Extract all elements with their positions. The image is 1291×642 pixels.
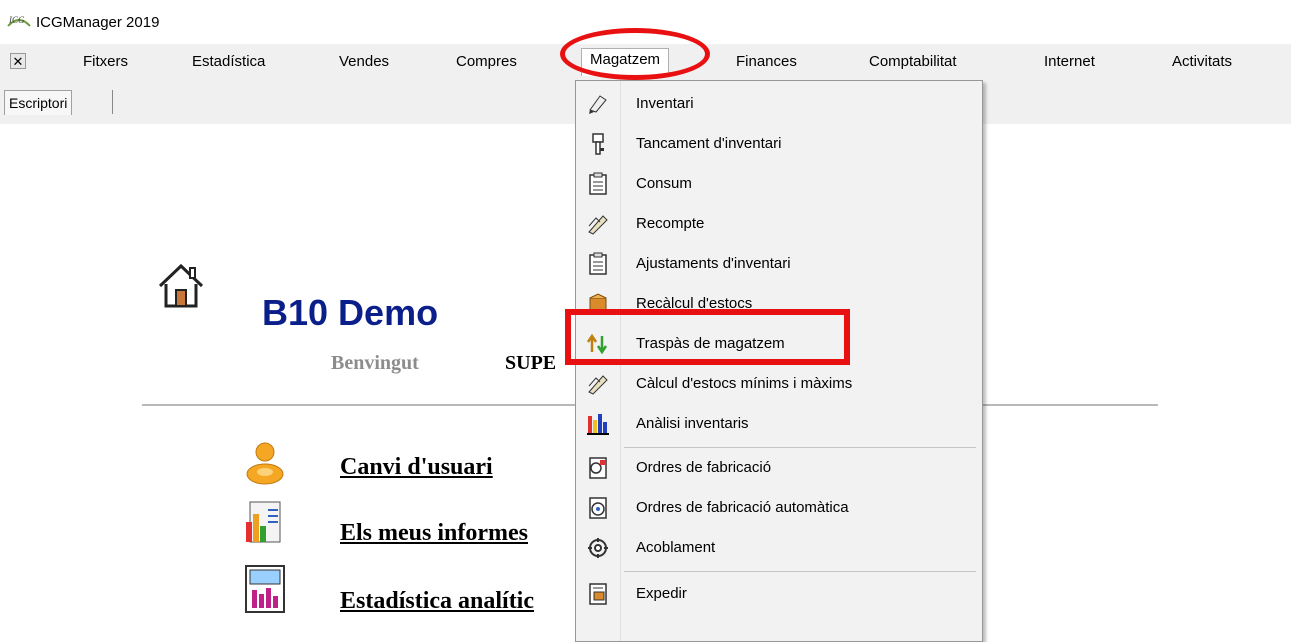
home-icon: [156, 262, 206, 312]
bar-chart-icon: [586, 412, 610, 436]
menu-item-calcul-estocs-minims-maxims[interactable]: Càlcul d'estocs mínims i màxims: [576, 365, 982, 403]
menu-internet[interactable]: Internet: [1044, 53, 1095, 70]
tab-divider: [112, 90, 113, 114]
menu-item-expedir[interactable]: Expedir: [576, 575, 982, 613]
menu-item-label: Tancament d'inventari: [636, 135, 782, 152]
svg-text:ICG: ICG: [8, 15, 25, 25]
menu-item-ordres-fabricacio[interactable]: Ordres de fabricació: [576, 449, 982, 487]
menu-item-label: Expedir: [636, 585, 687, 602]
menu-item-label: Ordres de fabricació automàtica: [636, 499, 849, 516]
assembly-icon: [586, 536, 610, 560]
menu-item-label: Ajustaments d'inventari: [636, 255, 791, 272]
menu-finances[interactable]: Finances: [736, 53, 797, 70]
window-title: ICGManager 2019: [36, 14, 160, 31]
close-document-button[interactable]: ✕: [10, 53, 26, 69]
annotation-rectangle: [565, 309, 850, 365]
menu-item-tancament-inventari[interactable]: Tancament d'inventari: [576, 125, 982, 163]
menu-separator: [624, 447, 976, 448]
menu-fitxers[interactable]: Fitxers: [83, 53, 128, 70]
pencil-icon: [586, 372, 610, 396]
menu-activitats[interactable]: Activitats: [1172, 53, 1232, 70]
tab-escriptori[interactable]: Escriptori: [4, 90, 73, 115]
user-icon: [242, 440, 288, 485]
ship-icon: [586, 582, 610, 606]
inventory-icon: [586, 92, 610, 116]
menu-estadistica[interactable]: Estadística: [192, 53, 265, 70]
menu-comptabilitat[interactable]: Comptabilitat: [869, 53, 957, 70]
annotation-ellipse: [560, 28, 710, 80]
menu-vendes[interactable]: Vendes: [339, 53, 389, 70]
link-els-meus-informes[interactable]: Els meus informes: [340, 520, 528, 547]
menu-item-label: Càlcul d'estocs mínims i màxims: [636, 375, 853, 392]
menu-item-label: Acoblament: [636, 539, 716, 556]
company-name: B10 Demo: [262, 292, 439, 333]
user-name: SUPE: [505, 352, 557, 374]
menu-item-label: Consum: [636, 175, 692, 192]
welcome-label: Benvingut: [331, 352, 419, 374]
auto-order-icon: [586, 496, 610, 520]
link-estadistica-analitica[interactable]: Estadística analític: [340, 588, 534, 615]
menu-item-ajustaments-inventari[interactable]: Ajustaments d'inventari: [576, 245, 982, 283]
menu-item-consum[interactable]: Consum: [576, 165, 982, 203]
key-icon: [586, 132, 610, 156]
factory-order-icon: [586, 456, 610, 480]
menu-compres[interactable]: Compres: [456, 53, 517, 70]
link-canvi-usuari[interactable]: Canvi d'usuari: [340, 454, 493, 481]
reports-icon: [244, 500, 290, 544]
menu-item-ordres-fabricacio-automatica[interactable]: Ordres de fabricació automàtica: [576, 489, 982, 527]
menu-item-label: Ordres de fabricació: [636, 459, 772, 476]
menu-item-label: Inventari: [636, 95, 694, 112]
app-logo-icon: ICG: [6, 12, 32, 30]
clipboard-icon: [586, 172, 610, 196]
menu-item-recompte[interactable]: Recompte: [576, 205, 982, 243]
menu-item-label: Anàlisi inventaris: [636, 415, 749, 432]
menu-item-label: Recompte: [636, 215, 705, 232]
pencil-icon: [586, 212, 610, 236]
analytics-icon: [244, 564, 290, 613]
menu-item-acoblament[interactable]: Acoblament: [576, 529, 982, 567]
menu-item-analisi-inventaris[interactable]: Anàlisi inventaris: [576, 405, 982, 443]
clipboard-icon: [586, 252, 610, 276]
menu-separator: [624, 571, 976, 572]
menu-item-inventari[interactable]: Inventari: [576, 85, 982, 123]
